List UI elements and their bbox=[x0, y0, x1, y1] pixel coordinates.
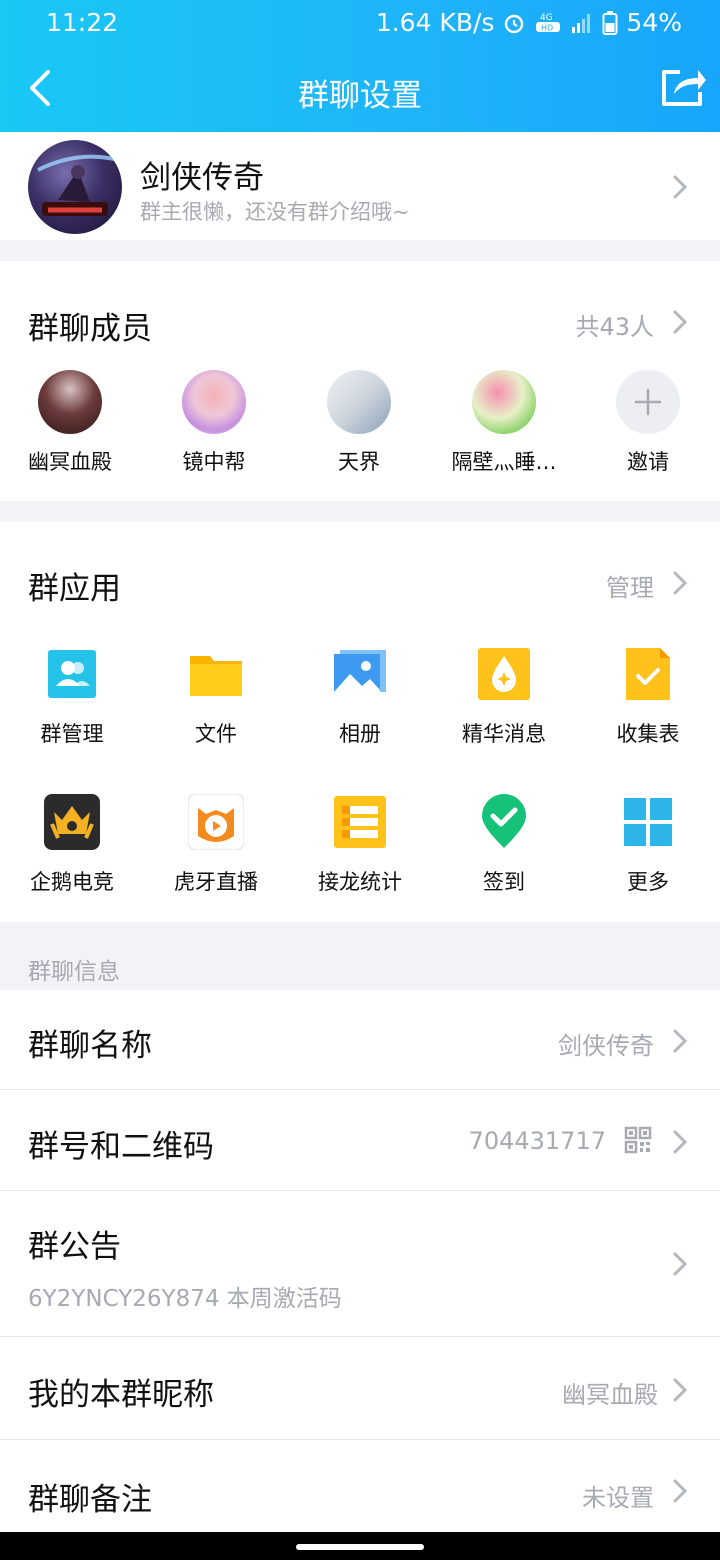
app-more[interactable]: 更多 bbox=[576, 794, 720, 896]
app-label: 相册 bbox=[339, 722, 381, 746]
row-group-notice[interactable]: 群公告 6Y2YNCY26Y874 本周激活码 bbox=[0, 1191, 720, 1337]
app-chain-stats[interactable]: 接龙统计 bbox=[288, 794, 432, 896]
invite-member-button[interactable]: 邀请 bbox=[578, 370, 718, 476]
section-label: 群聊信息 bbox=[28, 959, 120, 985]
member-avatar bbox=[472, 370, 536, 434]
members-count[interactable]: 共43人 bbox=[575, 307, 654, 342]
svg-text:HD: HD bbox=[541, 23, 553, 32]
member-item[interactable]: 天界 bbox=[289, 370, 429, 476]
more-grid-icon bbox=[620, 794, 676, 850]
group-manage-icon bbox=[44, 646, 100, 702]
net-speed: 1.64 KB/s bbox=[375, 8, 495, 37]
member-name: 隔壁灬睡… bbox=[451, 450, 557, 474]
row-label: 群聊名称 bbox=[28, 1028, 152, 1064]
album-icon bbox=[332, 646, 388, 702]
chevron-right-icon bbox=[673, 1130, 688, 1154]
battery-icon bbox=[602, 10, 618, 35]
qr-code-icon bbox=[624, 1126, 652, 1154]
row-value: 剑侠传奇 bbox=[558, 1032, 654, 1060]
apps-title: 群应用 bbox=[28, 571, 121, 607]
app-label: 收集表 bbox=[616, 722, 680, 746]
app-checkin[interactable]: 签到 bbox=[432, 794, 576, 896]
nav-bar: 群聊设置 bbox=[0, 50, 720, 128]
member-item[interactable]: 隔壁灬睡… bbox=[434, 370, 574, 476]
app-collect-form[interactable]: 收集表 bbox=[576, 646, 720, 748]
group-name: 剑侠传奇 bbox=[140, 160, 264, 196]
home-indicator[interactable] bbox=[296, 1544, 424, 1550]
row-label: 我的本群昵称 bbox=[28, 1377, 214, 1413]
header-bar: 11:22 1.64 KB/s 4G HD 54% 群聊设置 bbox=[0, 0, 720, 132]
app-label: 企鹅电竞 bbox=[30, 870, 114, 894]
folder-icon bbox=[188, 646, 244, 702]
chevron-right-icon bbox=[673, 175, 688, 199]
essence-icon bbox=[476, 646, 532, 702]
chain-stats-icon bbox=[332, 794, 388, 850]
checkin-icon bbox=[476, 794, 532, 850]
collect-form-icon bbox=[620, 646, 676, 702]
page-title: 群聊设置 bbox=[298, 78, 422, 114]
member-item[interactable]: 幽冥血殿 bbox=[0, 370, 140, 476]
app-group-manage[interactable]: 群管理 bbox=[0, 646, 144, 748]
row-value: 704431717 bbox=[468, 1127, 606, 1155]
member-name: 镜中帮 bbox=[182, 450, 246, 474]
plus-icon bbox=[616, 370, 680, 434]
signal-icon bbox=[572, 13, 591, 33]
row-group-remark[interactable]: 群聊备注 未设置 bbox=[0, 1440, 720, 1532]
app-label: 更多 bbox=[627, 870, 669, 894]
app-label: 虎牙直播 bbox=[174, 870, 258, 894]
row-group-name[interactable]: 群聊名称 剑侠传奇 bbox=[0, 990, 720, 1090]
chevron-right-icon bbox=[673, 1029, 688, 1053]
group-description: 群主很懒，还没有群介绍哦~ bbox=[140, 200, 410, 224]
share-icon[interactable] bbox=[658, 64, 708, 110]
chevron-right-icon bbox=[673, 1479, 688, 1503]
row-value: 幽冥血殿 bbox=[562, 1381, 658, 1409]
chevron-right-icon bbox=[673, 1378, 688, 1402]
invite-label: 邀请 bbox=[627, 450, 669, 474]
member-name: 幽冥血殿 bbox=[28, 450, 112, 474]
member-avatar bbox=[182, 370, 246, 434]
system-nav-bar bbox=[0, 1532, 720, 1560]
chevron-right-icon[interactable] bbox=[672, 309, 688, 335]
row-label: 群号和二维码 bbox=[28, 1129, 214, 1165]
app-essence[interactable]: 精华消息 bbox=[432, 646, 576, 748]
row-label: 群公告 bbox=[28, 1229, 121, 1265]
penguin-esports-icon bbox=[44, 794, 100, 850]
app-label: 签到 bbox=[483, 870, 525, 894]
member-avatar bbox=[327, 370, 391, 434]
battery-percent: 54% bbox=[626, 8, 682, 37]
app-label: 精华消息 bbox=[462, 722, 546, 746]
huya-live-icon bbox=[187, 793, 245, 851]
4g-hd-icon: 4GHD bbox=[536, 13, 561, 32]
group-avatar bbox=[28, 140, 122, 234]
members-title: 群聊成员 bbox=[28, 311, 152, 347]
svg-text:4G: 4G bbox=[540, 13, 553, 23]
chevron-right-icon[interactable] bbox=[672, 570, 688, 596]
apps-manage[interactable]: 管理 bbox=[606, 568, 654, 603]
row-group-id-qr[interactable]: 群号和二维码 704431717 bbox=[0, 1090, 720, 1191]
notice-preview: 6Y2YNCY26Y874 本周激活码 bbox=[28, 1286, 342, 1312]
member-item[interactable]: 镜中帮 bbox=[144, 370, 284, 476]
status-bar: 11:22 1.64 KB/s 4G HD 54% bbox=[0, 0, 720, 48]
app-files[interactable]: 文件 bbox=[144, 646, 288, 748]
app-label: 接龙统计 bbox=[318, 870, 402, 894]
status-right: 1.64 KB/s 4G HD 54% bbox=[376, 8, 682, 37]
status-time: 11:22 bbox=[46, 8, 119, 37]
app-label: 群管理 bbox=[40, 722, 104, 746]
app-album[interactable]: 相册 bbox=[288, 646, 432, 748]
member-name: 天界 bbox=[338, 450, 380, 474]
row-my-nickname[interactable]: 我的本群昵称 幽冥血殿 bbox=[0, 1337, 720, 1440]
chevron-right-icon bbox=[673, 1252, 688, 1276]
member-avatar bbox=[38, 370, 102, 434]
row-value: 未设置 bbox=[582, 1484, 654, 1512]
alarm-icon bbox=[505, 14, 524, 33]
app-huya-live[interactable]: 虎牙直播 bbox=[144, 793, 288, 896]
app-label: 文件 bbox=[195, 722, 237, 746]
app-penguin-esports[interactable]: 企鹅电竞 bbox=[0, 794, 144, 896]
row-label: 群聊备注 bbox=[28, 1482, 152, 1518]
